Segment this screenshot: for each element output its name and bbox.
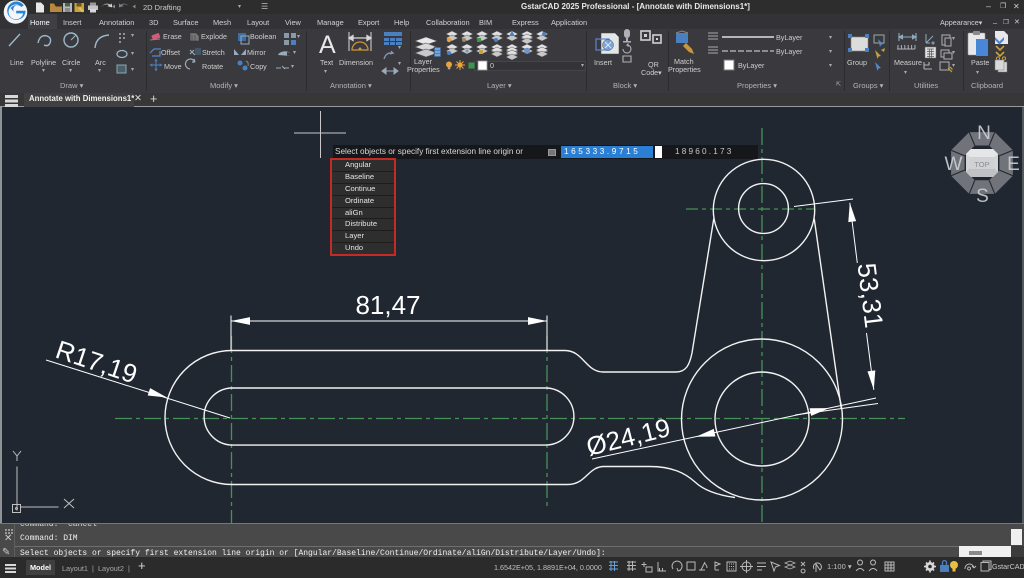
svg-text:N: N [977,123,991,144]
svg-text:W: W [945,154,963,175]
svg-text:E: E [1007,154,1020,175]
svg-text:81,47: 81,47 [355,290,420,320]
svg-text:TOP: TOP [974,160,989,169]
svg-text:GstarCAD: GstarCAD [992,562,1024,571]
svg-text:1:100 ▾: 1:100 ▾ [827,562,852,571]
svg-text:Ø24,19: Ø24,19 [583,412,673,462]
svg-text:A: A [319,31,336,59]
svg-text:R17,19: R17,19 [52,334,141,389]
svg-text:53,31: 53,31 [852,261,890,329]
svg-text:S: S [976,186,989,207]
